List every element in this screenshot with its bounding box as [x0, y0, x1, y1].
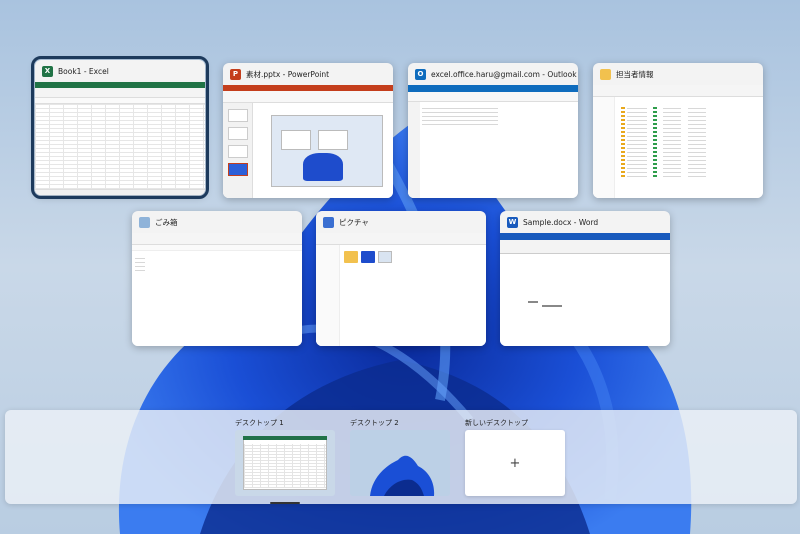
recycle-bin-icon: [139, 216, 150, 228]
window-title: ごみ箱: [155, 217, 178, 227]
window-title: Book1 - Excel: [58, 66, 109, 76]
new-desktop-label: 新しいデスクトップ: [465, 419, 528, 427]
window-thumbnail-recycle-bin[interactable]: ごみ箱: [132, 211, 302, 346]
outlook-icon: O: [415, 68, 426, 80]
window-preview: [316, 233, 486, 346]
desktop-1[interactable]: デスクトップ 1: [235, 418, 335, 504]
new-desktop[interactable]: 新しいデスクトップ +: [465, 418, 565, 496]
window-title-bar: ピクチャ: [316, 211, 486, 233]
window-title: 担当者情報: [616, 69, 654, 79]
window-thumbnail-excel[interactable]: X Book1 - Excel: [31, 56, 209, 199]
word-icon: W: [507, 216, 518, 228]
desktop-label: デスクトップ 1: [235, 419, 284, 427]
window-thumbnail-pictures[interactable]: ピクチャ: [316, 211, 486, 346]
desktop-preview: [350, 430, 450, 496]
pictures-folder-icon: [323, 216, 334, 228]
powerpoint-icon: P: [230, 68, 241, 80]
plus-icon: +: [509, 455, 521, 471]
window-title: 素材.pptx - PowerPoint: [246, 69, 330, 79]
window-title-bar: X Book1 - Excel: [35, 60, 205, 82]
window-title-bar: W Sample.docx - Word: [500, 211, 670, 233]
window-title: Sample.docx - Word: [523, 217, 599, 227]
window-title-bar: ごみ箱: [132, 211, 302, 233]
window-title-bar: P 素材.pptx - PowerPoint: [223, 63, 393, 85]
window-preview: [223, 85, 393, 198]
desktop-preview: [235, 430, 335, 496]
window-preview: [35, 82, 205, 195]
window-thumbnail-powerpoint[interactable]: P 素材.pptx - PowerPoint: [223, 63, 393, 198]
folder-icon: [600, 68, 611, 80]
window-preview: [500, 233, 670, 346]
window-title-bar: 担当者情報: [593, 63, 763, 85]
desktop-label: デスクトップ 2: [350, 419, 399, 427]
window-preview: [408, 85, 578, 198]
window-thumbnail-explorer-contacts[interactable]: 担当者情報: [593, 63, 763, 198]
window-title-bar: O excel.office.haru@gmail.com - Outlook: [408, 63, 578, 85]
active-desktop-indicator: [270, 502, 300, 504]
window-preview: [132, 233, 302, 346]
window-thumbnail-outlook[interactable]: O excel.office.haru@gmail.com - Outlook: [408, 63, 578, 198]
excel-icon: X: [42, 65, 53, 77]
window-title: ピクチャ: [339, 217, 369, 227]
window-preview: [593, 85, 763, 198]
new-desktop-button[interactable]: +: [465, 430, 565, 496]
window-title: excel.office.haru@gmail.com - Outlook: [431, 69, 577, 79]
window-thumbnail-word[interactable]: W Sample.docx - Word: [500, 211, 670, 346]
desktop-2[interactable]: デスクトップ 2: [350, 418, 450, 496]
virtual-desktops-bar: デスクトップ 1 デスクトップ 2 新しいデスクトップ +: [5, 410, 797, 504]
